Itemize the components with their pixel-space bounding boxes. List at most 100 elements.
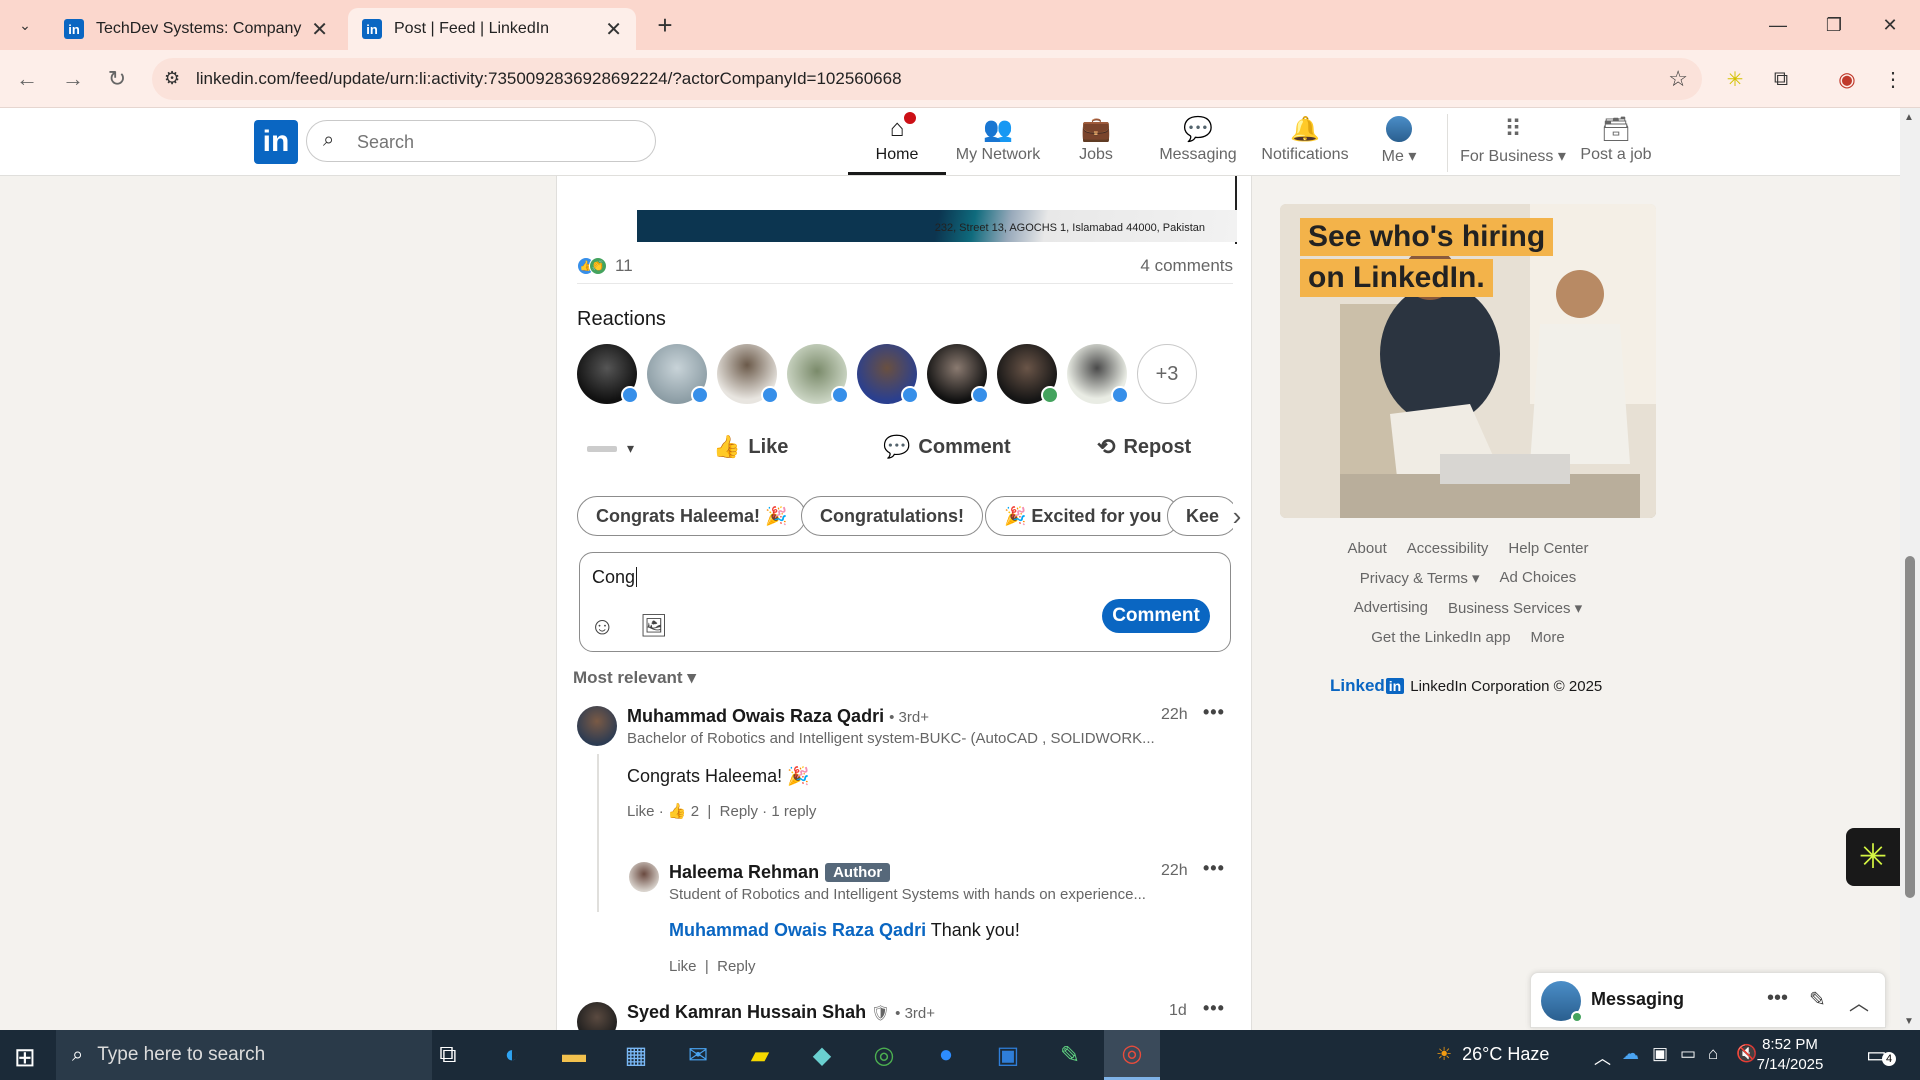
site-info-icon[interactable]: ⚙: [164, 68, 180, 89]
more-options-icon[interactable]: •••: [1203, 998, 1225, 1019]
mention-link[interactable]: Muhammad Owais Raza Qadri: [669, 920, 926, 940]
actor-selector[interactable]: ▾: [587, 440, 634, 457]
reaction-summary[interactable]: 👍 👏 11: [577, 256, 633, 276]
reactor-avatar[interactable]: [647, 344, 709, 404]
chevron-up-icon[interactable]: ︿: [1594, 1044, 1611, 1069]
extensions-puzzle-icon[interactable]: ⧉: [1766, 64, 1796, 94]
edge-icon[interactable]: ◐: [484, 1030, 540, 1080]
reactor-avatar[interactable]: [577, 344, 639, 404]
suggestion-chip[interactable]: 🎉 Excited for you: [985, 496, 1181, 536]
comment-reply-button[interactable]: Reply: [720, 803, 758, 820]
comment-like-button[interactable]: Like: [627, 803, 655, 820]
commenter-name[interactable]: Muhammad Owais Raza Qadri • 3rd+: [627, 706, 929, 727]
comment-like-button[interactable]: Like: [669, 958, 697, 975]
close-tab-icon[interactable]: ✕: [311, 17, 328, 42]
onedrive-icon[interactable]: ☁: [1622, 1044, 1639, 1064]
nav-jobs[interactable]: 💼 Jobs: [1066, 114, 1126, 172]
mail-icon[interactable]: ✉: [670, 1030, 726, 1080]
scrollbar-thumb[interactable]: [1905, 556, 1915, 898]
chrome-icon[interactable]: ◎: [856, 1030, 912, 1080]
more-options-icon[interactable]: •••: [1203, 702, 1225, 723]
back-button[interactable]: ←: [10, 62, 44, 96]
like-button[interactable]: 👍 Like: [713, 434, 788, 460]
taskbar-clock[interactable]: 8:52 PM 7/14/2025: [1740, 1035, 1840, 1075]
avatar[interactable]: [577, 706, 617, 746]
linkedin-logo[interactable]: in: [254, 120, 298, 164]
profile-icon[interactable]: ◉: [1832, 64, 1862, 94]
compose-icon[interactable]: ✎: [1809, 987, 1826, 1012]
footer-link-advertising[interactable]: Advertising: [1354, 599, 1428, 617]
suggestion-chip[interactable]: Congratulations!: [801, 496, 983, 536]
nav-home[interactable]: ⌂ Home: [848, 110, 946, 172]
image-icon[interactable]: 🖼: [640, 613, 668, 639]
footer-link-about[interactable]: About: [1348, 540, 1387, 557]
tab-post-feed[interactable]: in Post | Feed | LinkedIn ✕: [348, 8, 636, 50]
battery-icon[interactable]: ▭: [1680, 1044, 1696, 1064]
nav-me[interactable]: Me ▾: [1374, 114, 1424, 172]
bookmark-star-icon[interactable]: ☆: [1668, 66, 1688, 92]
search-input[interactable]: [357, 129, 637, 155]
page-scrollbar[interactable]: ▲ ▼: [1900, 108, 1920, 1030]
repost-button[interactable]: ⟲ Repost: [1097, 434, 1191, 460]
comment-count[interactable]: 4 comments: [1140, 256, 1233, 276]
scroll-down-arrow[interactable]: ▼: [1904, 1016, 1914, 1027]
reactor-avatar[interactable]: [1067, 344, 1129, 404]
network-icon[interactable]: ⌂: [1708, 1044, 1718, 1064]
more-options-icon[interactable]: •••: [1203, 858, 1225, 879]
close-tab-icon[interactable]: ✕: [605, 17, 622, 42]
outlook-icon[interactable]: ▣: [980, 1030, 1036, 1080]
comment-replies-count[interactable]: 1 reply: [771, 803, 816, 820]
comment-composer[interactable]: Cong ☺ 🖼 Comment: [579, 552, 1231, 652]
suggestion-chip[interactable]: Congrats Haleema! 🎉: [577, 496, 807, 536]
commenter-name[interactable]: Syed Kamran Hussain Shah 🛡 • 3rd+: [627, 1002, 935, 1023]
comment-button[interactable]: 💬 Comment: [883, 434, 1011, 460]
taskbar-search[interactable]: ⌕ Type here to search: [56, 1030, 432, 1080]
footer-link-more[interactable]: More: [1531, 629, 1565, 646]
reactor-avatar[interactable]: [997, 344, 1059, 404]
reactor-avatar[interactable]: [927, 344, 989, 404]
store-icon[interactable]: ▦: [608, 1030, 664, 1080]
more-reactors-button[interactable]: +3: [1137, 344, 1197, 404]
emoji-icon[interactable]: ☺: [590, 613, 615, 641]
minimize-button[interactable]: —: [1750, 0, 1806, 50]
comment-input[interactable]: Cong: [592, 567, 638, 588]
search-box[interactable]: ⌕: [306, 120, 656, 162]
reload-button[interactable]: ↻: [100, 62, 134, 96]
address-bar[interactable]: ⚙ linkedin.com/feed/update/urn:li:activi…: [152, 58, 1702, 100]
suggestion-chip[interactable]: Kee: [1167, 496, 1233, 536]
nav-messaging[interactable]: 💬 Messaging: [1150, 114, 1246, 172]
weather-widget[interactable]: ☀ 26°C Haze: [1436, 1044, 1549, 1065]
windows-start-icon[interactable]: ⊞: [14, 1042, 36, 1073]
comment-like-count[interactable]: 2: [691, 803, 699, 820]
reactor-avatar[interactable]: [787, 344, 849, 404]
zoom-icon[interactable]: ●: [918, 1030, 974, 1080]
tab-techdev-company[interactable]: in TechDev Systems: Company Pa ✕: [50, 8, 342, 50]
reactor-avatar[interactable]: [717, 344, 779, 404]
notification-center-icon[interactable]: ▭ 4: [1866, 1042, 1896, 1068]
footer-link-privacy-terms[interactable]: Privacy & Terms ▾: [1360, 569, 1480, 587]
tab-search-dropdown[interactable]: ⌄: [12, 12, 38, 38]
reactor-avatar[interactable]: [857, 344, 919, 404]
extension-icon[interactable]: ✳: [1720, 64, 1750, 94]
forward-button[interactable]: →: [56, 62, 90, 96]
restore-button[interactable]: ❐: [1806, 0, 1862, 50]
new-tab-button[interactable]: +: [650, 8, 680, 42]
more-options-icon[interactable]: •••: [1767, 987, 1788, 1010]
app-tray-icon[interactable]: ▣: [1652, 1044, 1668, 1064]
comment-reply-button[interactable]: Reply: [717, 958, 755, 975]
messaging-overlay[interactable]: Messaging ••• ✎ ︿: [1530, 972, 1886, 1028]
hiring-ad[interactable]: See who's hiring on LinkedIn.: [1280, 204, 1656, 518]
floating-extension-icon[interactable]: ✳: [1846, 828, 1900, 886]
close-window-button[interactable]: ✕: [1862, 0, 1918, 50]
file-explorer-icon[interactable]: ▬: [546, 1030, 602, 1080]
messaging-title[interactable]: Messaging: [1591, 989, 1684, 1010]
footer-link-ad-choices[interactable]: Ad Choices: [1500, 569, 1577, 587]
nav-for-business[interactable]: ⠿ For Business ▾: [1460, 114, 1566, 172]
app-icon[interactable]: ✎: [1042, 1030, 1098, 1080]
chevron-right-icon[interactable]: ›: [1225, 498, 1249, 534]
submit-comment-button[interactable]: Comment: [1102, 599, 1210, 633]
chevron-up-icon[interactable]: ︿: [1849, 987, 1869, 1016]
scroll-up-arrow[interactable]: ▲: [1904, 112, 1914, 123]
browser-menu-icon[interactable]: ⋮: [1878, 64, 1908, 94]
footer-link-business-services[interactable]: Business Services ▾: [1448, 599, 1582, 617]
